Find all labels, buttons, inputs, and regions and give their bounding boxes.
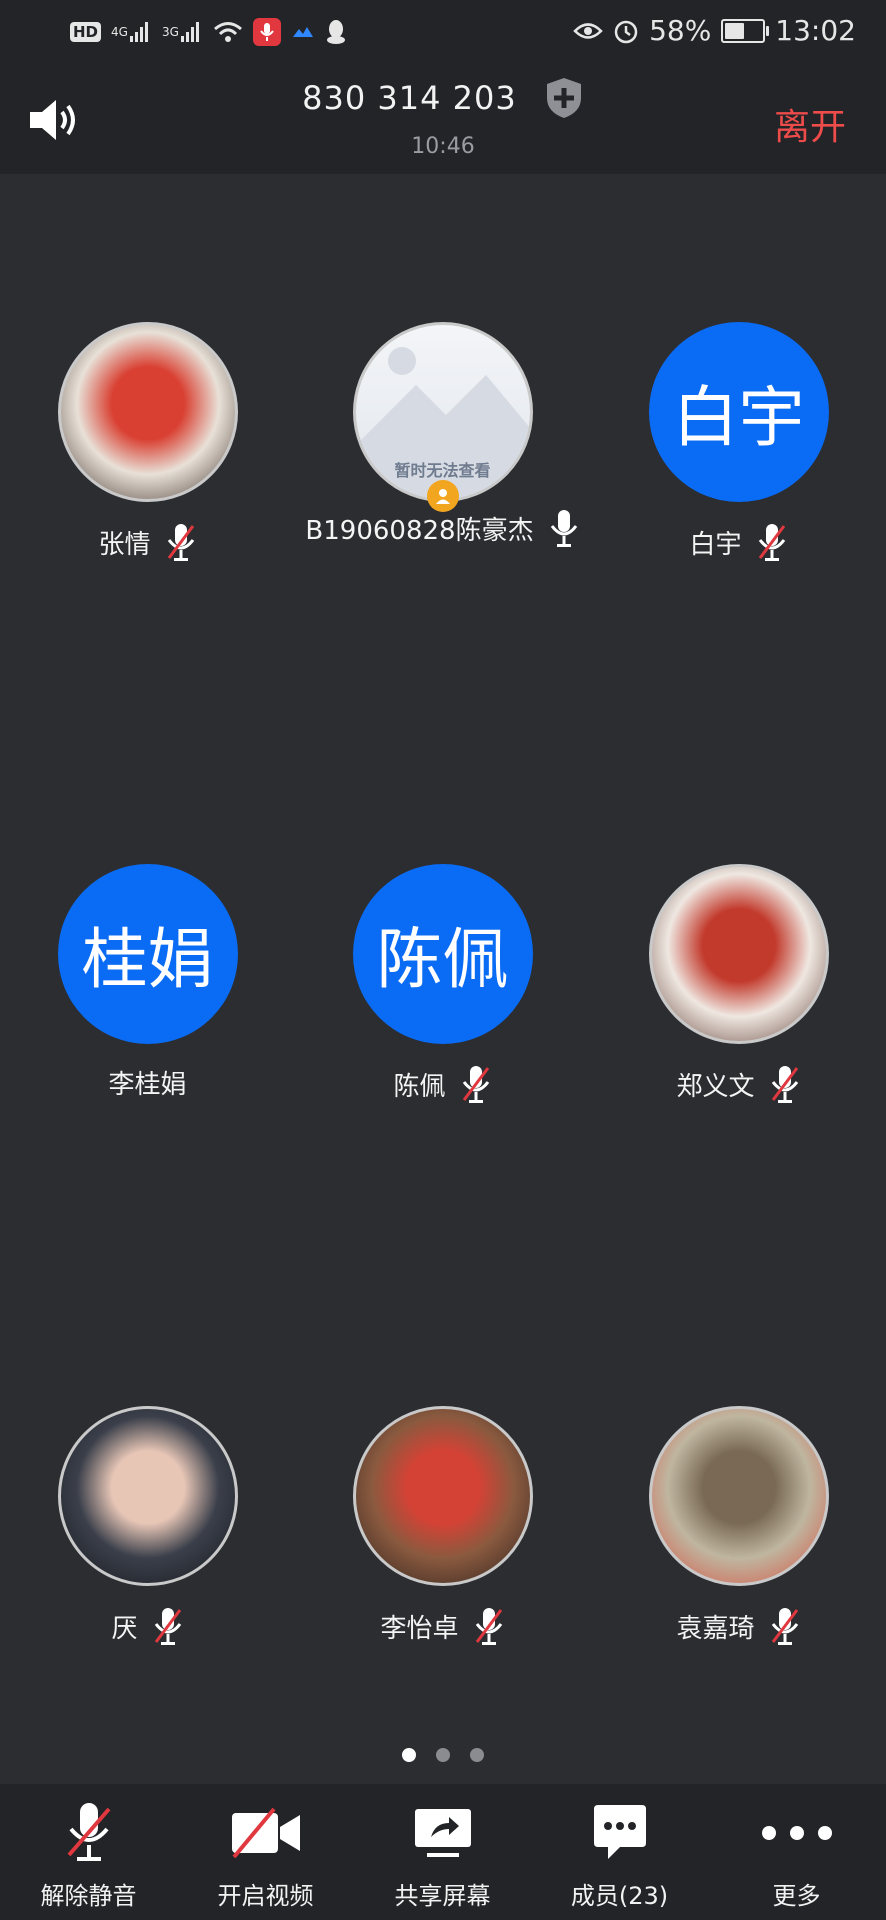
- mic-on-icon: [548, 508, 580, 548]
- wifi-icon: [213, 21, 243, 43]
- participant-tile[interactable]: 袁嘉琦: [591, 1406, 886, 1646]
- participant-avatar: 桂娟: [57, 864, 238, 1044]
- mic-muted-icon: [165, 522, 197, 562]
- battery-fill: [725, 22, 745, 39]
- participant-avatar-photo: [57, 322, 238, 502]
- chat-bubble-icon: [531, 1796, 708, 1870]
- more-dots-icon: [708, 1796, 885, 1870]
- 3g-signal-icon: 3G: [162, 22, 203, 42]
- unmute-button[interactable]: 解除静音: [0, 1796, 177, 1911]
- 3g-label: 3G: [161, 25, 179, 39]
- participant-name: 白宇: [689, 529, 742, 560]
- avatar-text: 陈佩: [376, 921, 509, 998]
- participant-tile[interactable]: 陈佩 陈佩: [295, 864, 590, 1104]
- mic-muted-icon: [756, 522, 788, 562]
- share-screen-button[interactable]: 共享屏幕: [354, 1796, 531, 1911]
- leave-button[interactable]: 离开: [774, 98, 846, 150]
- participant-name: B19060828陈豪杰: [305, 515, 534, 546]
- start-video-button[interactable]: 开启视频: [177, 1796, 354, 1911]
- eye-icon: [573, 20, 603, 42]
- meeting-timer: 10:46: [411, 134, 475, 159]
- participant-avatar: 陈佩: [352, 864, 533, 1044]
- page-dot[interactable]: [402, 1748, 416, 1762]
- participant-tile[interactable]: 张情: [0, 322, 295, 562]
- participant-tile[interactable]: 李怡卓: [295, 1406, 590, 1646]
- participant-avatar-placeholder: 暂时无法查看: [352, 322, 533, 502]
- members-label: 成员(23): [570, 1882, 669, 1910]
- participant-name: 郑义文: [676, 1071, 755, 1102]
- status-bar: HD 4G 3G 58% 13:02: [0, 0, 886, 66]
- participant-name: 张情: [98, 529, 151, 560]
- share-screen-label: 共享屏幕: [394, 1882, 491, 1910]
- participant-name: 李桂娟: [108, 1070, 187, 1100]
- participant-tile[interactable]: 白宇 白宇: [591, 322, 886, 562]
- members-button[interactable]: 成员(23): [531, 1796, 708, 1911]
- participant-name: 李怡卓: [380, 1613, 459, 1644]
- muted-mic-icon: [0, 1796, 177, 1870]
- avatar-text: 白宇: [672, 379, 805, 456]
- participant-name-row: 张情: [0, 522, 295, 562]
- status-bar-right: 58% 13:02: [573, 14, 856, 47]
- qq-icon: [325, 19, 347, 45]
- page-indicator[interactable]: [0, 1748, 886, 1762]
- battery-icon: [721, 18, 770, 43]
- cloud-icon: [291, 25, 315, 39]
- participant-name: 陈佩: [393, 1071, 446, 1102]
- start-video-label: 开启视频: [217, 1882, 314, 1910]
- mic-muted-icon: [473, 1606, 505, 1646]
- participant-avatar: 白宇: [648, 322, 829, 502]
- placeholder-text: 暂时无法查看: [394, 461, 491, 480]
- mic-muted-icon: [152, 1606, 184, 1646]
- meeting-id-text: 830 314 203: [302, 79, 517, 117]
- mic-muted-icon: [769, 1606, 801, 1646]
- meeting-header: 830 314 203 10:46 离开: [0, 66, 886, 174]
- battery-percent: 58%: [649, 14, 712, 47]
- page-dot[interactable]: [470, 1748, 484, 1762]
- unmute-label: 解除静音: [40, 1882, 137, 1910]
- participant-avatar-photo: [648, 1406, 829, 1586]
- status-bar-left: HD 4G 3G: [70, 18, 347, 46]
- participant-avatar-photo: [648, 864, 829, 1044]
- host-badge-icon: [426, 480, 459, 512]
- participant-tile[interactable]: 郑义文: [591, 864, 886, 1104]
- participant-avatar-photo: [57, 1406, 238, 1586]
- shield-plus-icon[interactable]: [544, 76, 584, 120]
- meeting-id: 830 314 203: [0, 76, 886, 120]
- participant-name-row: 陈佩: [295, 1064, 590, 1104]
- participant-tile[interactable]: 厌: [0, 1406, 295, 1646]
- alarm-icon: [613, 18, 639, 44]
- recording-mic-icon: [252, 18, 281, 46]
- participant-name-row: 白宇: [591, 522, 886, 562]
- mic-muted-icon: [460, 1064, 492, 1104]
- participant-name-row: 袁嘉琦: [591, 1606, 886, 1646]
- more-label: 更多: [772, 1882, 821, 1910]
- participant-name: 厌: [111, 1613, 138, 1644]
- participant-name-row: 厌: [0, 1606, 295, 1646]
- hd-icon: HD: [70, 22, 102, 42]
- participant-tile[interactable]: 暂时无法查看 B19060828陈豪杰: [295, 322, 590, 548]
- more-button[interactable]: 更多: [708, 1796, 885, 1911]
- bottom-toolbar: 解除静音 开启视频 共享屏幕 成员(23) 更多: [0, 1784, 886, 1920]
- share-screen-icon: [354, 1796, 531, 1870]
- participant-name-row: B19060828陈豪杰: [295, 508, 590, 548]
- participant-tile[interactable]: 桂娟 李桂娟: [0, 864, 295, 1101]
- 4g-label: 4G: [111, 25, 128, 39]
- participant-avatar-photo: [352, 1406, 533, 1586]
- clock: 13:02: [775, 14, 856, 47]
- participant-name-row: 李怡卓: [295, 1606, 590, 1646]
- participant-name: 袁嘉琦: [676, 1613, 755, 1644]
- participant-name-row: 郑义文: [591, 1064, 886, 1104]
- page-dot[interactable]: [436, 1748, 450, 1762]
- mic-muted-icon: [769, 1064, 801, 1104]
- avatar-text: 桂娟: [81, 921, 214, 998]
- video-off-icon: [177, 1796, 354, 1870]
- participant-name-row: 李桂娟: [0, 1064, 295, 1101]
- 4g-signal-icon: 4G: [111, 22, 152, 42]
